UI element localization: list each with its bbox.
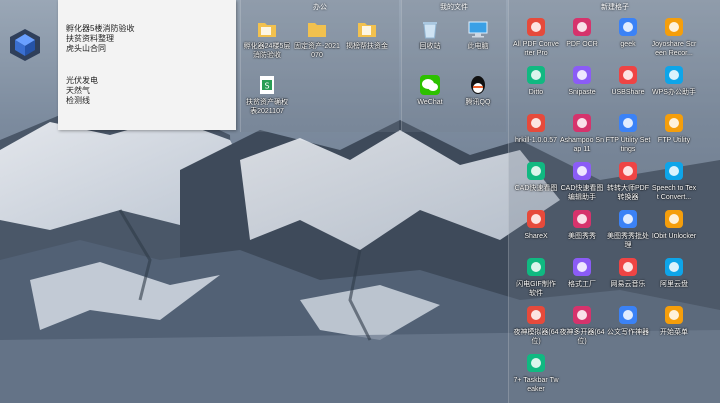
wps-icon bbox=[665, 66, 683, 84]
app-logo-icon[interactable] bbox=[8, 28, 42, 62]
desktop-shortcut[interactable]: Speech to Text Convert... bbox=[651, 160, 697, 202]
desktop-shortcut[interactable]: 美图秀秀批处理 bbox=[605, 208, 651, 250]
aliyun-drive-icon bbox=[665, 258, 683, 276]
pdf-ocr-icon bbox=[573, 18, 591, 36]
note-line: 检测线 bbox=[66, 96, 90, 105]
desktop-shortcut[interactable]: 夜神多开器(64位) bbox=[559, 304, 605, 346]
desktop-shortcut[interactable]: 7+ Taskbar Tweaker bbox=[513, 352, 559, 394]
fence-title: 新建格子 bbox=[601, 4, 629, 11]
desktop-shortcut[interactable]: 开始菜单 bbox=[651, 304, 697, 337]
desktop-shortcut[interactable]: CAD快速看图编辑助手 bbox=[559, 160, 605, 202]
desktop-shortcut[interactable]: 固定资产-2021070 bbox=[293, 18, 341, 60]
folder-icon bbox=[258, 23, 276, 37]
wechat-icon bbox=[420, 75, 440, 95]
desktop-shortcut[interactable]: Ashampoo Snap 11 bbox=[559, 112, 605, 154]
desktop-shortcut[interactable]: Snipaste bbox=[559, 64, 605, 97]
speech-icon bbox=[665, 162, 683, 180]
folder-icon bbox=[308, 23, 326, 37]
sticky-note[interactable]: 孵化器5楼消防验收 扶贫资料整理 虎头山合同 光伏发电 天然气 检测线 bbox=[58, 0, 236, 130]
desktop-shortcut[interactable]: 此电脑 bbox=[454, 18, 502, 51]
screen-recorder-icon bbox=[665, 18, 683, 36]
excel-file-icon: S bbox=[260, 76, 274, 94]
start-menu-icon bbox=[665, 306, 683, 324]
cad-icon bbox=[527, 162, 545, 180]
ftp-icon bbox=[665, 114, 683, 132]
note-line: 光伏发电 bbox=[66, 76, 98, 85]
writing-icon bbox=[619, 306, 637, 324]
desktop-shortcut[interactable]: ShareX bbox=[513, 208, 559, 241]
snipaste-icon bbox=[573, 66, 591, 84]
fence-office[interactable]: 办公 孵化器24楼5层消防验收 固定资产-2021070 揭榜帮扶资金 S 扶贫… bbox=[240, 0, 399, 132]
desktop-shortcut[interactable]: Ditto bbox=[513, 64, 559, 97]
note-line: 孵化器5楼消防验收 bbox=[66, 24, 135, 33]
ftp-settings-icon bbox=[619, 114, 637, 132]
desktop-shortcut[interactable]: WPS办公助手 bbox=[651, 64, 697, 97]
pdf-converter-z-icon bbox=[619, 162, 637, 180]
fence-my-files[interactable]: 我的文件 回收站 此电脑 WeChat 腾讯QQ bbox=[401, 0, 506, 132]
desktop-shortcut[interactable]: USBShare bbox=[605, 64, 651, 97]
pdf-converter-icon bbox=[527, 18, 545, 36]
recycle-bin-icon bbox=[423, 22, 437, 39]
format-factory-icon bbox=[573, 258, 591, 276]
geek-icon bbox=[619, 18, 637, 36]
desktop-shortcut[interactable]: PDF OCR bbox=[559, 16, 605, 49]
note-line: 天然气 bbox=[66, 86, 90, 95]
desktop-shortcut[interactable]: 闪电GIF制作软件 bbox=[513, 256, 559, 298]
note-line: 扶贫资料整理 bbox=[66, 34, 114, 43]
unlocker-icon bbox=[665, 210, 683, 228]
desktop-shortcut[interactable]: 格式工厂 bbox=[559, 256, 605, 289]
ditto-icon bbox=[527, 66, 545, 84]
desktop-shortcut[interactable]: 公文写作神器 bbox=[605, 304, 651, 337]
desktop-shortcut[interactable]: IObit Unlocker bbox=[651, 208, 697, 241]
desktop-shortcut[interactable]: 回收站 bbox=[406, 18, 454, 51]
usbshare-icon bbox=[619, 66, 637, 84]
shield-icon bbox=[527, 114, 545, 132]
computer-icon bbox=[468, 21, 488, 38]
desktop-shortcut[interactable]: geek bbox=[605, 16, 651, 49]
meitu-batch-icon bbox=[619, 210, 637, 228]
desktop-shortcut[interactable]: hrkill-1.0.0.57 bbox=[513, 112, 559, 145]
desktop-shortcut[interactable]: Joyoshare Screen Recor... bbox=[651, 16, 697, 58]
desktop-shortcut[interactable]: FTP Utility bbox=[651, 112, 697, 145]
desktop-shortcut[interactable]: 转转大师PDF转换器 bbox=[605, 160, 651, 202]
desktop-shortcut[interactable]: 孵化器24楼5层消防验收 bbox=[243, 18, 291, 60]
gif-icon bbox=[527, 258, 545, 276]
sharex-icon bbox=[527, 210, 545, 228]
fence-title: 办公 bbox=[313, 4, 327, 11]
desktop-shortcut[interactable]: WeChat bbox=[406, 74, 454, 107]
desktop-shortcut[interactable]: 腾讯QQ bbox=[454, 74, 502, 107]
desktop-shortcut[interactable]: CAD快速看图 bbox=[513, 160, 559, 193]
desktop-shortcut[interactable]: 揭榜帮扶资金 bbox=[343, 18, 391, 51]
svg-text:S: S bbox=[264, 82, 269, 91]
desktop-shortcut[interactable]: 网易云音乐 bbox=[605, 256, 651, 289]
nox-icon bbox=[527, 306, 545, 324]
desktop-shortcut[interactable]: 夜神模拟器(64位) bbox=[513, 304, 559, 346]
desktop-shortcut[interactable]: 美图秀秀 bbox=[559, 208, 605, 241]
desktop-shortcut[interactable]: S 扶贫资产确权表2021107 bbox=[243, 74, 291, 116]
cad-edit-icon bbox=[573, 162, 591, 180]
folder-icon bbox=[358, 23, 376, 37]
taskbar-tweaker-icon bbox=[527, 354, 545, 372]
qq-icon bbox=[471, 76, 485, 94]
ashampoo-icon bbox=[573, 114, 591, 132]
fence-new-grid[interactable]: 新建格子 All PDF Converter Pro PDF OCR geek Joy… bbox=[508, 0, 720, 403]
desktop-shortcut[interactable]: FTP Utility Settings bbox=[605, 112, 651, 154]
desktop-shortcut[interactable]: All PDF Converter Pro bbox=[513, 16, 559, 58]
netease-music-icon bbox=[619, 258, 637, 276]
fence-title: 我的文件 bbox=[440, 4, 468, 11]
note-line: 虎头山合同 bbox=[66, 44, 106, 53]
meitu-icon bbox=[573, 210, 591, 228]
nox-multi-icon bbox=[573, 306, 591, 324]
desktop-shortcut[interactable]: 阿里云盘 bbox=[651, 256, 697, 289]
